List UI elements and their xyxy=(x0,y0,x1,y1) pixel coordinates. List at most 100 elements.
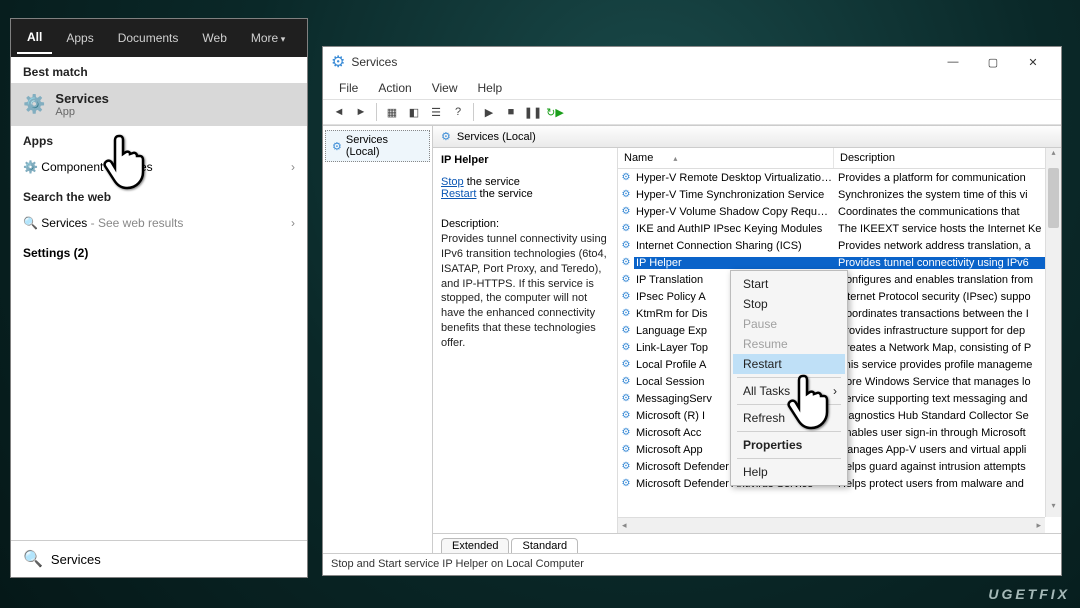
ctx-stop[interactable]: Stop xyxy=(733,294,845,314)
restart-link[interactable]: Restart xyxy=(441,188,476,200)
service-desc: Coordinates the communications that xyxy=(834,206,1061,218)
minimize-button[interactable]: — xyxy=(933,48,973,76)
toolbar-button[interactable]: ▦ xyxy=(382,102,402,122)
stop-button[interactable]: ■ xyxy=(501,102,521,122)
service-row[interactable]: ⚙IKE and AuthIP IPsec Keying ModulesThe … xyxy=(618,220,1061,237)
nav-tree[interactable]: ⚙ Services (Local) xyxy=(323,126,433,553)
menu-file[interactable]: File xyxy=(331,79,366,97)
titlebar[interactable]: ⚙ Services — ▢ ✕ xyxy=(323,47,1061,77)
tab-documents[interactable]: Documents xyxy=(108,23,189,53)
menubar: File Action View Help xyxy=(323,77,1061,99)
stop-link[interactable]: Stop xyxy=(441,176,464,188)
column-description[interactable]: Description xyxy=(834,148,1061,168)
vertical-scrollbar[interactable]: ▴ ▾ xyxy=(1045,148,1061,517)
service-row[interactable]: ⚙Internet Connection Sharing (ICS)Provid… xyxy=(618,237,1061,254)
forward-button[interactable]: ► xyxy=(351,102,371,122)
help-button[interactable]: ? xyxy=(448,102,468,122)
properties-button[interactable]: ☰ xyxy=(426,102,446,122)
service-desc: Provides infrastructure support for dep xyxy=(834,325,1061,337)
ctx-restart[interactable]: Restart xyxy=(733,354,845,374)
description-label: Description: xyxy=(441,218,609,230)
ctx-properties[interactable]: Properties xyxy=(733,435,845,455)
play-button[interactable]: ▶ xyxy=(479,102,499,122)
tab-apps[interactable]: Apps xyxy=(56,23,103,53)
gear-icon: ⚙ xyxy=(618,206,634,217)
context-menu: Start Stop Pause Resume Restart All Task… xyxy=(730,270,848,486)
service-name: Internet Connection Sharing (ICS) xyxy=(634,240,834,252)
service-desc: Creates a Network Map, consisting of P xyxy=(834,342,1061,354)
ctx-help[interactable]: Help xyxy=(733,462,845,482)
service-desc: This service provides profile manageme xyxy=(834,359,1061,371)
tab-extended[interactable]: Extended xyxy=(441,538,509,553)
search-input[interactable] xyxy=(51,552,295,567)
menu-action[interactable]: Action xyxy=(370,79,419,97)
list-header[interactable]: Name▴ Description xyxy=(618,148,1061,169)
start-search-panel: All Apps Documents Web More Best match ⚙… xyxy=(10,18,308,578)
best-match-result[interactable]: ⚙️ Services App xyxy=(11,83,307,126)
gear-icon: ⚙ xyxy=(618,291,634,302)
horizontal-scrollbar[interactable]: ◂▸ xyxy=(618,517,1045,533)
tab-more[interactable]: More xyxy=(241,23,295,53)
stop-tail: the service xyxy=(464,176,520,188)
service-desc: Provides tunnel connectivity using IPv6 xyxy=(834,257,1061,269)
best-match-label: Best match xyxy=(11,57,307,83)
close-button[interactable]: ✕ xyxy=(1013,48,1053,76)
gear-icon: ⚙ xyxy=(618,274,634,285)
gear-icon: ⚙ xyxy=(618,308,634,319)
gear-icon: ⚙ xyxy=(618,376,634,387)
settings-row[interactable]: Settings (2) xyxy=(11,238,307,268)
maximize-button[interactable]: ▢ xyxy=(973,48,1013,76)
gear-icon: ⚙ xyxy=(618,478,634,489)
gear-icon: ⚙ xyxy=(618,410,634,421)
ctx-all-tasks[interactable]: All Tasks xyxy=(733,381,845,401)
service-desc: Diagnostics Hub Standard Collector Se xyxy=(834,410,1061,422)
service-name: Hyper-V Remote Desktop Virtualization... xyxy=(634,172,834,184)
tab-all[interactable]: All xyxy=(17,22,52,54)
gear-icon: ⚙ xyxy=(618,325,634,336)
service-desc: Enables user sign-in through Microsoft xyxy=(834,427,1061,439)
services-window: ⚙ Services — ▢ ✕ File Action View Help ◄… xyxy=(322,46,1062,576)
service-name: IKE and AuthIP IPsec Keying Modules xyxy=(634,223,834,235)
description-text: Provides tunnel connectivity using IPv6 … xyxy=(441,232,609,351)
service-desc: Core Windows Service that manages lo xyxy=(834,376,1061,388)
service-row[interactable]: ⚙IP HelperProvides tunnel connectivity u… xyxy=(618,254,1061,271)
tab-standard[interactable]: Standard xyxy=(511,538,578,553)
watermark: UGETFIX xyxy=(988,586,1070,602)
back-button[interactable]: ◄ xyxy=(329,102,349,122)
gear-icon: ⚙ xyxy=(332,140,342,153)
tab-web[interactable]: Web xyxy=(192,23,236,53)
gear-icon: ⚙ xyxy=(618,223,634,234)
menu-help[interactable]: Help xyxy=(470,79,511,97)
toolbar: ◄ ► ▦ ◧ ☰ ? ▶ ■ ❚❚ ↻▶ xyxy=(323,99,1061,125)
service-name: Hyper-V Time Synchronization Service xyxy=(634,189,834,201)
service-desc: Helps protect users from malware and xyxy=(834,478,1061,490)
gear-icon: ⚙ xyxy=(618,461,634,472)
menu-view[interactable]: View xyxy=(424,79,466,97)
scrollbar-thumb[interactable] xyxy=(1048,168,1059,228)
search-box[interactable]: 🔍 xyxy=(11,540,307,577)
toolbar-button[interactable]: ◧ xyxy=(404,102,424,122)
web-result-row[interactable]: 🔍 Services - See web results › xyxy=(11,208,307,238)
service-row[interactable]: ⚙Hyper-V Remote Desktop Virtualization..… xyxy=(618,169,1061,186)
column-name[interactable]: Name▴ xyxy=(618,148,834,168)
chevron-right-icon: › xyxy=(291,160,295,174)
statusbar: Stop and Start service IP Helper on Loca… xyxy=(323,553,1061,575)
result-sub: App xyxy=(55,106,109,118)
gear-icon: ⚙ xyxy=(618,359,634,370)
app-row-title: ⚙️ Component Services xyxy=(23,160,153,174)
ctx-start[interactable]: Start xyxy=(733,274,845,294)
service-desc: Coordinates transactions between the I xyxy=(834,308,1061,320)
restart-button[interactable]: ↻▶ xyxy=(545,102,565,122)
tree-item-label: Services (Local) xyxy=(346,134,423,158)
result-title: Services xyxy=(55,91,109,106)
service-row[interactable]: ⚙Hyper-V Time Synchronization ServiceSyn… xyxy=(618,186,1061,203)
service-row[interactable]: ⚙Hyper-V Volume Shadow Copy Reques...Coo… xyxy=(618,203,1061,220)
ctx-refresh[interactable]: Refresh xyxy=(733,408,845,428)
tree-item-services-local[interactable]: ⚙ Services (Local) xyxy=(325,130,430,162)
gear-icon: ⚙ xyxy=(618,444,634,455)
service-name: IP Helper xyxy=(634,257,834,269)
app-row-component-services[interactable]: ⚙️ Component Services › xyxy=(11,152,307,182)
gear-icon: ⚙ xyxy=(618,257,634,268)
pause-button[interactable]: ❚❚ xyxy=(523,102,543,122)
service-desc: Helps guard against intrusion attempts xyxy=(834,461,1061,473)
